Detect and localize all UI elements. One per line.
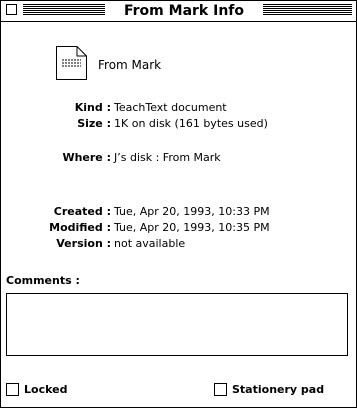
close-box[interactable] (6, 4, 17, 15)
kind-label-cell: Kind : (1, 101, 111, 114)
size-label: Size : (77, 117, 111, 130)
where-label: Where : (62, 151, 111, 164)
where-value: J’s disk : From Mark (114, 151, 221, 164)
title-bar-stripes-left (23, 4, 105, 16)
modified-label-cell: Modified : (1, 221, 111, 234)
size-value: 1K on disk (161 bytes used) (114, 117, 268, 130)
comments-label: Comments : (6, 274, 80, 287)
comments-field[interactable] (6, 293, 348, 356)
window-title: From Mark Info (105, 2, 263, 20)
modified-value: Tue, Apr 20, 1993, 10:35 PM (114, 221, 270, 234)
stationery-option[interactable]: Stationery pad (214, 381, 324, 397)
get-info-window: From Mark Info From Mark Kind : TeachTex… (0, 0, 357, 408)
version-label: Version : (56, 237, 111, 250)
title-bar-stripes-right (263, 4, 352, 16)
stationery-label[interactable]: Stationery pad (232, 383, 324, 396)
created-label-cell: Created : (1, 205, 111, 218)
created-label: Created : (53, 205, 111, 218)
locked-label[interactable]: Locked (24, 383, 67, 396)
title-bar[interactable]: From Mark Info (1, 1, 356, 22)
modified-label: Modified : (49, 221, 111, 234)
version-value: not available (114, 237, 186, 250)
created-value: Tue, Apr 20, 1993, 10:33 PM (114, 205, 270, 218)
version-label-cell: Version : (1, 237, 111, 250)
file-name[interactable]: From Mark (98, 58, 161, 72)
stationery-checkbox[interactable] (214, 382, 227, 396)
locked-option[interactable]: Locked (6, 381, 67, 397)
kind-label: Kind : (74, 101, 111, 114)
text-document-icon (56, 46, 87, 80)
kind-value: TeachText document (114, 101, 227, 114)
locked-checkbox[interactable] (6, 382, 19, 396)
size-label-cell: Size : (1, 117, 111, 130)
where-label-cell: Where : (1, 151, 111, 164)
